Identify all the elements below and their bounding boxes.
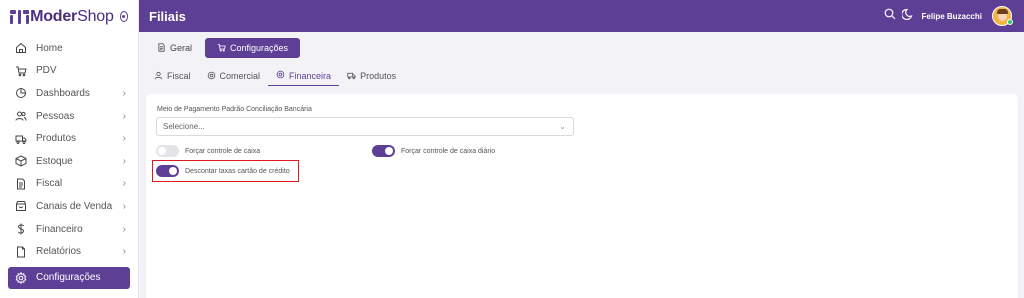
sidebar-item-label: Configurações [36, 272, 101, 284]
payment-method-select[interactable]: Selecione... ⌄ [156, 117, 574, 136]
moon-icon[interactable] [900, 7, 914, 25]
tab-fiscal[interactable]: Fiscal [146, 66, 199, 86]
sidebar-item-configuracoes[interactable]: Configurações [8, 266, 130, 289]
force-daily-cash-control-row: Forçar controle de caixa diário [372, 145, 495, 157]
chevron-right-icon: › [122, 110, 126, 122]
sidebar-item-relatorios[interactable]: Relatórios › [0, 240, 138, 263]
gear-icon [276, 70, 285, 81]
sidebar-item-label: Pessoas [36, 110, 75, 122]
sidebar-item-label: Produtos [36, 133, 77, 145]
tab-geral[interactable]: Geral [148, 38, 201, 58]
financial-settings-card: Meio de Pagamento Padrão Conciliação Ban… [146, 94, 1018, 298]
sidebar-item-produtos[interactable]: Produtos › [0, 127, 138, 150]
sidebar-item-label: Dashboards [36, 87, 90, 99]
sidebar-item-financeiro[interactable]: Financeiro › [0, 218, 138, 241]
chevron-down-icon: ⌄ [559, 122, 566, 131]
user-icon [154, 71, 163, 82]
sidebar-item-pessoas[interactable]: Pessoas › [0, 105, 138, 128]
file-icon [15, 246, 27, 258]
modershop-logo-icon [10, 9, 29, 24]
chevron-right-icon: › [122, 133, 126, 145]
sidebar-item-estoque[interactable]: Estoque › [0, 150, 138, 173]
discount-card-fees-toggle[interactable] [156, 165, 179, 177]
settings-tabs: Fiscal Comercial Financeira Produtos [146, 66, 404, 86]
store-icon [15, 200, 27, 212]
chevron-right-icon: › [122, 155, 126, 167]
sidebar-item-label: Canais de Venda [36, 200, 113, 212]
tab-comercial[interactable]: Comercial [199, 66, 269, 86]
tab-produtos[interactable]: Produtos [339, 66, 404, 86]
payment-method-label: Meio de Pagamento Padrão Conciliação Ban… [157, 106, 312, 113]
sidebar-item-label: Fiscal [36, 178, 63, 190]
users-icon [15, 110, 27, 122]
page-title: Filiais [149, 8, 186, 24]
tab-label: Configurações [230, 43, 289, 53]
chevron-right-icon: › [122, 87, 126, 99]
sidebar-item-canais-de-venda[interactable]: Canais de Venda › [0, 195, 138, 218]
chevron-right-icon: › [122, 223, 126, 235]
tab-label: Comercial [219, 71, 261, 81]
home-icon [15, 42, 27, 54]
chevron-right-icon: › [122, 246, 126, 258]
toggle-label: Forçar controle de caixa [185, 147, 261, 155]
main-tabs: Geral Configurações [148, 38, 301, 58]
sidebar-item-home[interactable]: Home [0, 37, 138, 60]
gear-icon [15, 271, 27, 284]
user-name[interactable]: Felipe Buzacchi [922, 12, 982, 21]
box-icon [15, 155, 27, 167]
gear-icon [207, 71, 216, 82]
force-cash-control-row: Forçar controle de caixa [156, 145, 260, 157]
topbar: Filiais Felipe Buzacchi [139, 0, 1024, 32]
toggle-label: Forçar controle de caixa diário [401, 147, 496, 155]
cart-icon [15, 65, 27, 77]
document-icon [157, 42, 166, 54]
select-value: Selecione... [163, 122, 205, 131]
sidebar: ModerShop Home PDV Dashboards › Pessoas … [0, 0, 139, 298]
chevron-right-icon: › [122, 178, 126, 190]
cart-icon [217, 43, 226, 54]
force-cash-control-toggle[interactable] [156, 145, 179, 157]
tab-configuracoes[interactable]: Configurações [205, 38, 301, 58]
tab-label: Produtos [360, 71, 397, 81]
tab-label: Financeira [289, 70, 332, 81]
sidebar-item-label: Relatórios [36, 246, 82, 258]
brand[interactable]: ModerShop [0, 0, 138, 33]
dollar-icon [15, 223, 27, 235]
tab-financeira[interactable]: Financeira [268, 66, 340, 86]
truck-icon [15, 133, 27, 145]
sidebar-item-label: PDV [36, 65, 57, 77]
search-icon[interactable] [884, 7, 896, 25]
discount-card-fees-row: Descontar taxas cartão de crédito [156, 165, 290, 177]
tab-label: Fiscal [167, 71, 191, 81]
sidebar-nav: Home PDV Dashboards › Pessoas › Produtos… [0, 33, 138, 289]
pie-chart-icon [15, 87, 27, 99]
target-icon[interactable] [119, 11, 128, 22]
sidebar-item-label: Estoque [36, 155, 73, 167]
truck-icon [347, 71, 356, 82]
sidebar-item-label: Home [36, 42, 63, 54]
sidebar-item-label: Financeiro [36, 223, 83, 235]
sidebar-item-pdv[interactable]: PDV [0, 60, 138, 83]
force-daily-cash-control-toggle[interactable] [372, 145, 395, 157]
document-icon [15, 178, 27, 190]
online-status-indicator [1007, 19, 1013, 25]
sidebar-item-fiscal[interactable]: Fiscal › [0, 173, 138, 196]
brand-name: ModerShop [30, 7, 114, 25]
sidebar-item-dashboards[interactable]: Dashboards › [0, 82, 138, 105]
chevron-right-icon: › [122, 200, 126, 212]
toggle-label: Descontar taxas cartão de crédito [185, 167, 290, 175]
tab-label: Geral [170, 43, 193, 53]
